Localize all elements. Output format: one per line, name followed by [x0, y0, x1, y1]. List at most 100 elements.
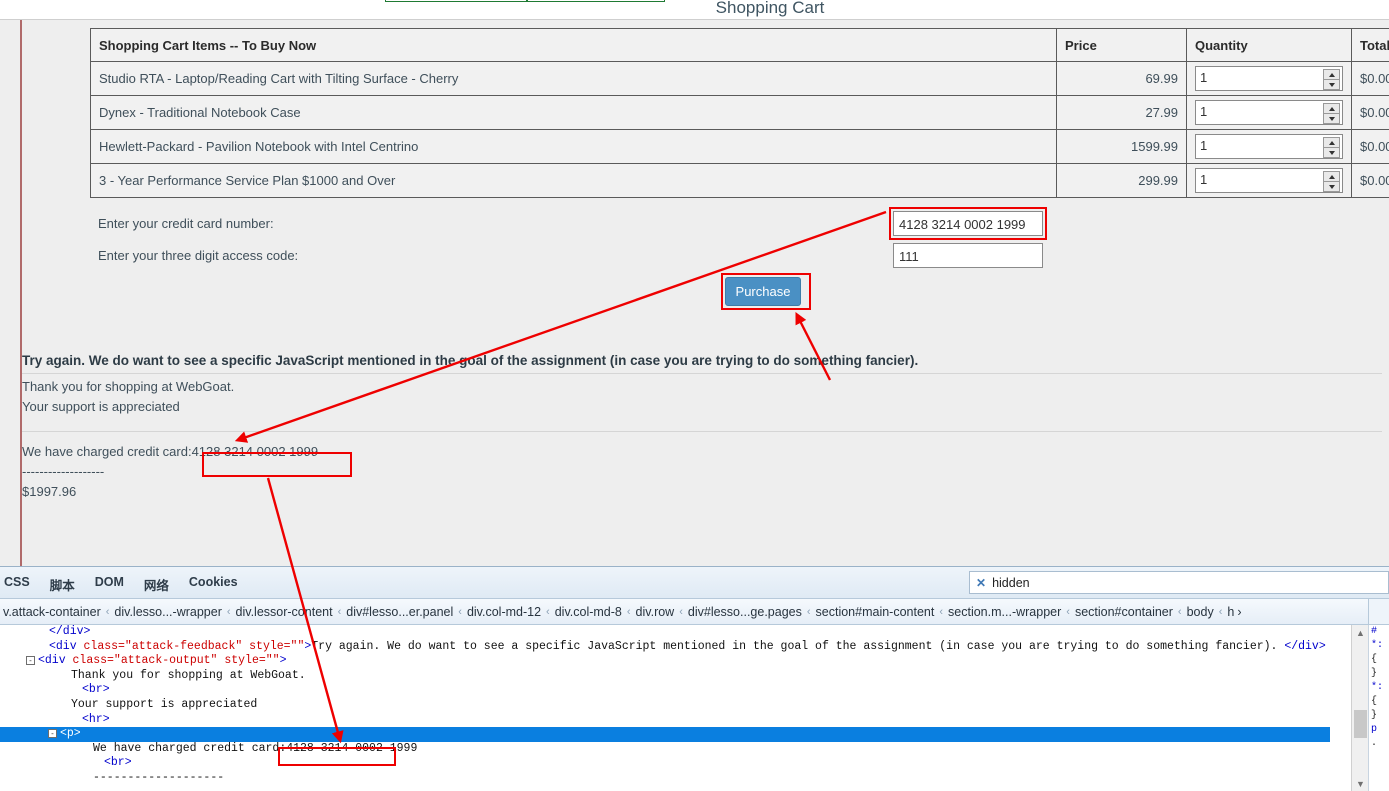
breadcrumb-overflow[interactable] — [1368, 599, 1389, 625]
table-header-row: Shopping Cart Items -- To Buy Now Price … — [91, 29, 1389, 62]
webgoat-lesson-page: Shopping Cart Shopping Cart Items -- To … — [0, 0, 1389, 566]
cart-item-name: Studio RTA - Laptop/Reading Cart with Ti… — [91, 62, 1057, 96]
source-token-attr: class="attack-output" style="" — [73, 654, 280, 667]
breadcrumb-item[interactable]: v.attack-container — [0, 605, 104, 619]
cart-item-price: 69.99 — [1057, 62, 1187, 96]
source-line[interactable]: <hr> — [0, 713, 1351, 728]
stepper-buttons[interactable] — [1323, 171, 1340, 192]
scroll-up-icon[interactable]: ▲ — [1352, 625, 1369, 640]
stepper-up-icon[interactable] — [1323, 103, 1340, 113]
tab-cookies[interactable]: Cookies — [189, 575, 238, 594]
stepper-buttons[interactable] — [1323, 103, 1340, 124]
tab-dom[interactable]: DOM — [95, 575, 124, 594]
breadcrumb-separator-icon: ‹ — [336, 606, 344, 618]
breadcrumb-item[interactable]: div.col-md-12 — [464, 605, 544, 619]
html-source-panel[interactable]: </div><div class="attack-feedback" style… — [0, 625, 1351, 791]
header-price: Price — [1057, 29, 1187, 62]
css-rule-line: } — [1371, 709, 1389, 723]
breadcrumb-item[interactable]: section.m...-wrapper — [945, 605, 1064, 619]
table-row: Dynex - Traditional Notebook Case 27.99 … — [91, 96, 1389, 130]
stepper-up-icon[interactable] — [1323, 171, 1340, 181]
close-icon[interactable]: ✕ — [976, 576, 986, 590]
breadcrumb-item[interactable]: div.row — [633, 605, 678, 619]
quantity-stepper[interactable]: 1 — [1195, 100, 1343, 125]
source-token-tag: > — [280, 654, 287, 667]
source-token-tag: </div> — [1284, 640, 1325, 653]
stepper-up-icon[interactable] — [1323, 69, 1340, 79]
quantity-stepper[interactable]: 1 — [1195, 134, 1343, 159]
source-line[interactable]: -<div class="attack-output" style=""> — [0, 654, 1351, 669]
source-scrollbar[interactable]: ▲ ▼ — [1351, 625, 1368, 791]
source-line[interactable]: <br> — [0, 683, 1351, 698]
access-code-label: Enter your three digit access code: — [98, 248, 298, 263]
attack-output: Thank you for shopping at WebGoat. Your … — [22, 377, 1382, 502]
stepper-down-icon[interactable] — [1323, 181, 1340, 192]
stepper-buttons[interactable] — [1323, 137, 1340, 158]
breadcrumb-more-icon[interactable]: › — [1237, 605, 1243, 619]
quantity-stepper[interactable]: 1 — [1195, 66, 1343, 91]
cart-item-price: 1599.99 — [1057, 130, 1187, 164]
css-rule-line: p — [1371, 723, 1389, 737]
source-token-tag: <div — [49, 640, 84, 653]
source-line[interactable]: <div class="attack-feedback" style="">Tr… — [0, 640, 1351, 655]
breadcrumb-separator-icon: ‹ — [1217, 606, 1225, 618]
cart-item-total: $0.00 — [1352, 96, 1389, 130]
cart-item-quantity-cell: 1 — [1187, 62, 1352, 96]
breadcrumb-item[interactable]: div#lesso...er.panel — [343, 605, 456, 619]
charged-prefix: We have charged credit card: — [22, 444, 192, 459]
scroll-down-icon[interactable]: ▼ — [1352, 776, 1369, 791]
css-rule-line: . — [1371, 737, 1389, 751]
breadcrumb-item[interactable]: div.col-md-8 — [552, 605, 625, 619]
tab-network[interactable]: 网络 — [144, 575, 169, 594]
source-line[interactable]: ------------------- — [0, 771, 1351, 786]
breadcrumb-separator-icon: ‹ — [104, 606, 112, 618]
source-line[interactable]: <br> — [0, 756, 1351, 771]
collapse-toggle-icon[interactable]: - — [48, 729, 57, 738]
tab-css[interactable]: CSS — [4, 575, 30, 594]
table-row: 3 - Year Performance Service Plan $1000 … — [91, 164, 1389, 198]
access-code-input[interactable]: 111 — [893, 243, 1043, 268]
cart-item-total: $0.00 — [1352, 62, 1389, 96]
collapse-toggle-icon[interactable]: - — [26, 656, 35, 665]
cart-item-total: $0.00 — [1352, 164, 1389, 198]
stepper-down-icon[interactable] — [1323, 79, 1340, 90]
breadcrumb-item[interactable]: div.lesso...-wrapper — [111, 605, 224, 619]
scrollbar-thumb[interactable] — [1354, 710, 1367, 738]
tab-script[interactable]: 脚本 — [50, 575, 75, 594]
source-token-txt: ------------------- — [93, 771, 224, 784]
breadcrumb-item[interactable]: div#lesso...ge.pages — [685, 605, 805, 619]
css-rule-line: *: — [1371, 681, 1389, 695]
shopping-cart-table: Shopping Cart Items -- To Buy Now Price … — [90, 28, 1389, 198]
breadcrumb-item[interactable]: section#container — [1072, 605, 1176, 619]
source-line-selected[interactable]: -<p> — [0, 727, 1330, 742]
stepper-up-icon[interactable] — [1323, 137, 1340, 147]
breadcrumb-separator-icon: ‹ — [456, 606, 464, 618]
source-line[interactable]: </div> — [0, 625, 1351, 640]
quantity-value: 1 — [1200, 104, 1207, 119]
breadcrumb-item[interactable]: h — [1224, 605, 1237, 619]
quantity-stepper[interactable]: 1 — [1195, 168, 1343, 193]
search-input[interactable]: hidden — [992, 576, 1030, 590]
quantity-value: 1 — [1200, 70, 1207, 85]
source-token-attr: class="attack-feedback" style="" — [84, 640, 305, 653]
output-divider — [22, 431, 1382, 432]
source-line[interactable]: Your support is appreciated — [0, 698, 1351, 713]
table-row: Hewlett-Packard - Pavilion Notebook with… — [91, 130, 1389, 164]
breadcrumb-item[interactable]: section#main-content — [813, 605, 938, 619]
page-title: Shopping Cart — [600, 0, 940, 18]
stepper-buttons[interactable] — [1323, 69, 1340, 90]
credit-card-input[interactable]: 4128 3214 0002 1999 — [893, 211, 1043, 236]
purchase-button[interactable]: Purchase — [725, 277, 801, 306]
source-line[interactable]: We have charged credit card:4128 3214 00… — [0, 742, 1351, 757]
source-token-tag: <div — [38, 654, 73, 667]
source-line[interactable]: Thank you for shopping at WebGoat. — [0, 669, 1351, 684]
devtools-toolbar: CSS 脚本 DOM 网络 Cookies ✕ hidden — [0, 567, 1389, 599]
breadcrumb-item[interactable]: body — [1184, 605, 1217, 619]
stepper-down-icon[interactable] — [1323, 113, 1340, 124]
breadcrumb: v.attack-container‹div.lesso...-wrapper‹… — [0, 599, 1389, 625]
devtools-search-box[interactable]: ✕ hidden — [969, 571, 1389, 594]
breadcrumb-item[interactable]: div.lessor-content — [233, 605, 336, 619]
quantity-value: 1 — [1200, 172, 1207, 187]
source-token-tag: <br> — [104, 756, 132, 769]
stepper-down-icon[interactable] — [1323, 147, 1340, 158]
